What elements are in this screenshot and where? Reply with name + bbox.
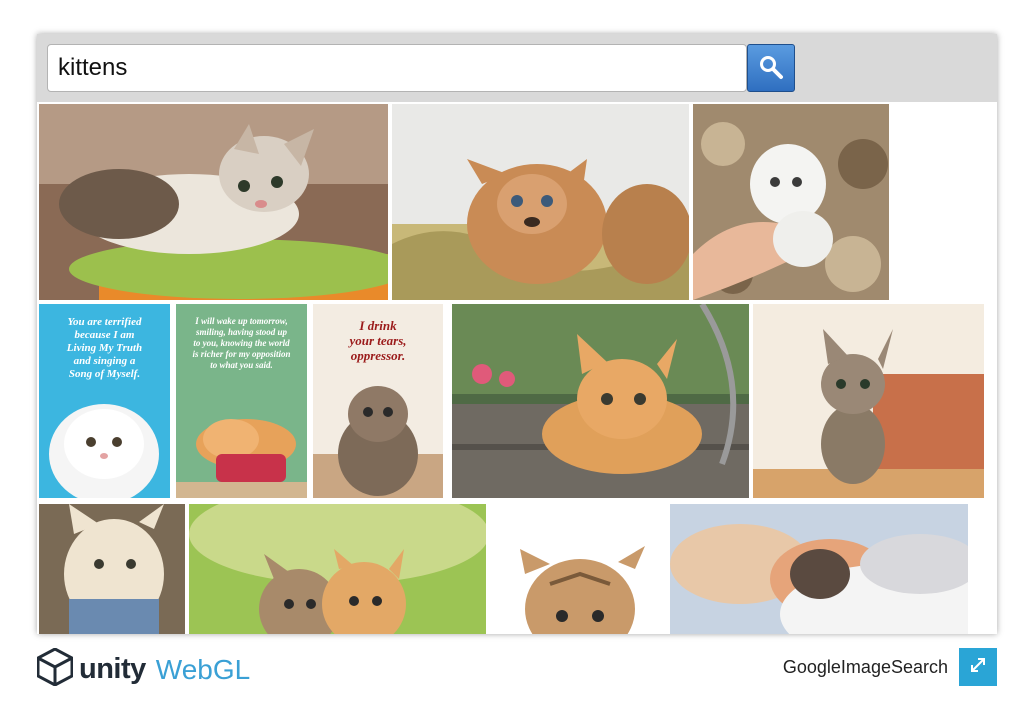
fullscreen-icon <box>968 655 988 680</box>
image-results-grid: You are terrified because I am Living My… <box>37 102 997 634</box>
image-result[interactable] <box>693 104 889 300</box>
image-result[interactable] <box>39 104 388 300</box>
quote-caption: I drink your tears, oppressor. <box>349 318 407 363</box>
image-result[interactable]: I drink your tears, oppressor. <box>313 304 443 498</box>
image-result[interactable] <box>753 304 984 498</box>
image-result[interactable] <box>392 104 689 300</box>
search-input[interactable] <box>47 44 747 92</box>
image-result[interactable]: I will wake up tomorrow, smiling, having… <box>176 304 307 498</box>
image-result[interactable] <box>670 504 968 634</box>
project-title: GoogleImageSearch <box>782 657 948 677</box>
image-result[interactable] <box>189 504 486 634</box>
unity-webgl-logo: unity WebGL <box>36 647 251 691</box>
webgl-wordmark: WebGL <box>155 653 251 685</box>
quote-caption: You are terrified because I am Living My… <box>66 316 143 380</box>
image-result[interactable] <box>452 304 749 498</box>
unity-wordmark: unity <box>79 653 146 685</box>
image-result[interactable] <box>490 504 667 634</box>
unity-cube-icon <box>36 647 74 691</box>
image-result[interactable] <box>39 504 185 634</box>
quote-caption: I will wake up tomorrow, smiling, having… <box>192 316 291 370</box>
search-button[interactable] <box>747 44 795 92</box>
webgl-footer: unity WebGL GoogleImageSearch <box>0 640 1031 700</box>
fullscreen-button[interactable] <box>959 648 997 686</box>
unity-webgl-canvas[interactable]: You are terrified because I am Living My… <box>37 34 997 634</box>
search-icon <box>758 54 784 83</box>
search-bar <box>37 34 997 102</box>
image-result[interactable]: You are terrified because I am Living My… <box>39 304 170 498</box>
